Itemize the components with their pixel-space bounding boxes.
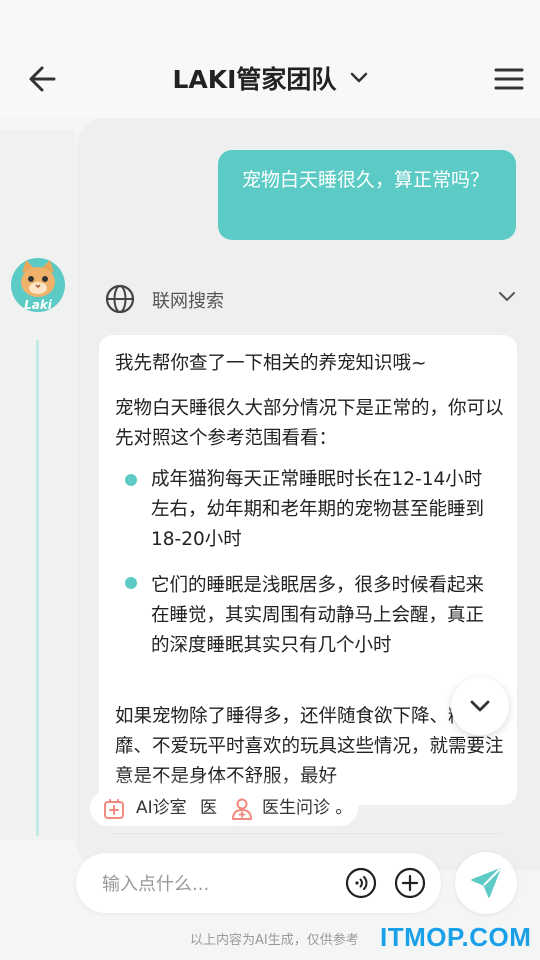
plus-icon [394,867,426,899]
bullet-item: 成年猫狗每天正常睡眠时长在12-14小时左右，幼年期和老年期的宠物甚至能睡到18… [151,469,485,550]
menu-button[interactable] [494,66,524,92]
doctor-consult-chip[interactable]: 医生问诊 。 [218,790,358,826]
ai-clinic-extra: 医 [200,798,217,818]
divider [113,833,501,834]
message-input[interactable] [100,867,324,901]
voice-input-button[interactable] [345,867,377,899]
send-button[interactable] [455,852,517,914]
chevron-down-icon [499,292,515,301]
doctor-icon [232,798,252,820]
hamburger-menu-icon [494,68,524,90]
bullet-dot [123,575,139,591]
top-bar [0,0,540,118]
add-attachment-button[interactable] [394,867,426,899]
globe-icon [105,284,135,314]
ai-intro-text: 我先帮你查了一下相关的养宠知识哦~ [115,353,427,374]
doctor-consult-label: 医生问诊 。 [262,798,353,818]
chevron-down-icon [470,700,490,712]
voice-icon [345,867,377,899]
title-switcher[interactable]: LAKI管家团队 [0,60,540,96]
ai-clinic-label: AI诊室 [136,798,187,818]
timeline-bar [36,340,39,836]
chevron-down-icon [350,69,368,88]
medical-kit-icon [104,799,124,819]
message-input-bar [76,853,441,913]
page-title: LAKI管家团队 [172,65,337,94]
web-search-label: 联网搜索 [152,291,224,312]
bullet-dot [123,472,139,488]
watermark: ITMOP.COM [380,922,532,952]
ai-message-bubble: 我先帮你查了一下相关的养宠知识哦~ 宠物白天睡很久大部分情况下是正常的，你可以先… [99,335,517,805]
avatar[interactable]: Laki [9,255,67,315]
user-message-bubble: 宠物白天睡很久，算正常吗？ [218,150,516,240]
scroll-to-bottom-button[interactable] [451,677,509,735]
ai-disclaimer: 以上内容为AI生成，仅供参考 [190,933,359,948]
ai-paragraph-text: 宠物白天睡很久大部分情况下是正常的，你可以先对照这个参考范围看看： [115,398,504,449]
svg-text:Laki: Laki [24,298,53,312]
cat-avatar-icon: Laki [11,258,65,312]
web-search-toggle[interactable]: 联网搜索 [104,283,522,315]
send-icon [471,868,501,898]
bullet-item: 它们的睡眠是浅眠居多，很多时候看起来在睡觉，其实周围有动静马上会醒，真正的深度睡… [151,575,485,656]
